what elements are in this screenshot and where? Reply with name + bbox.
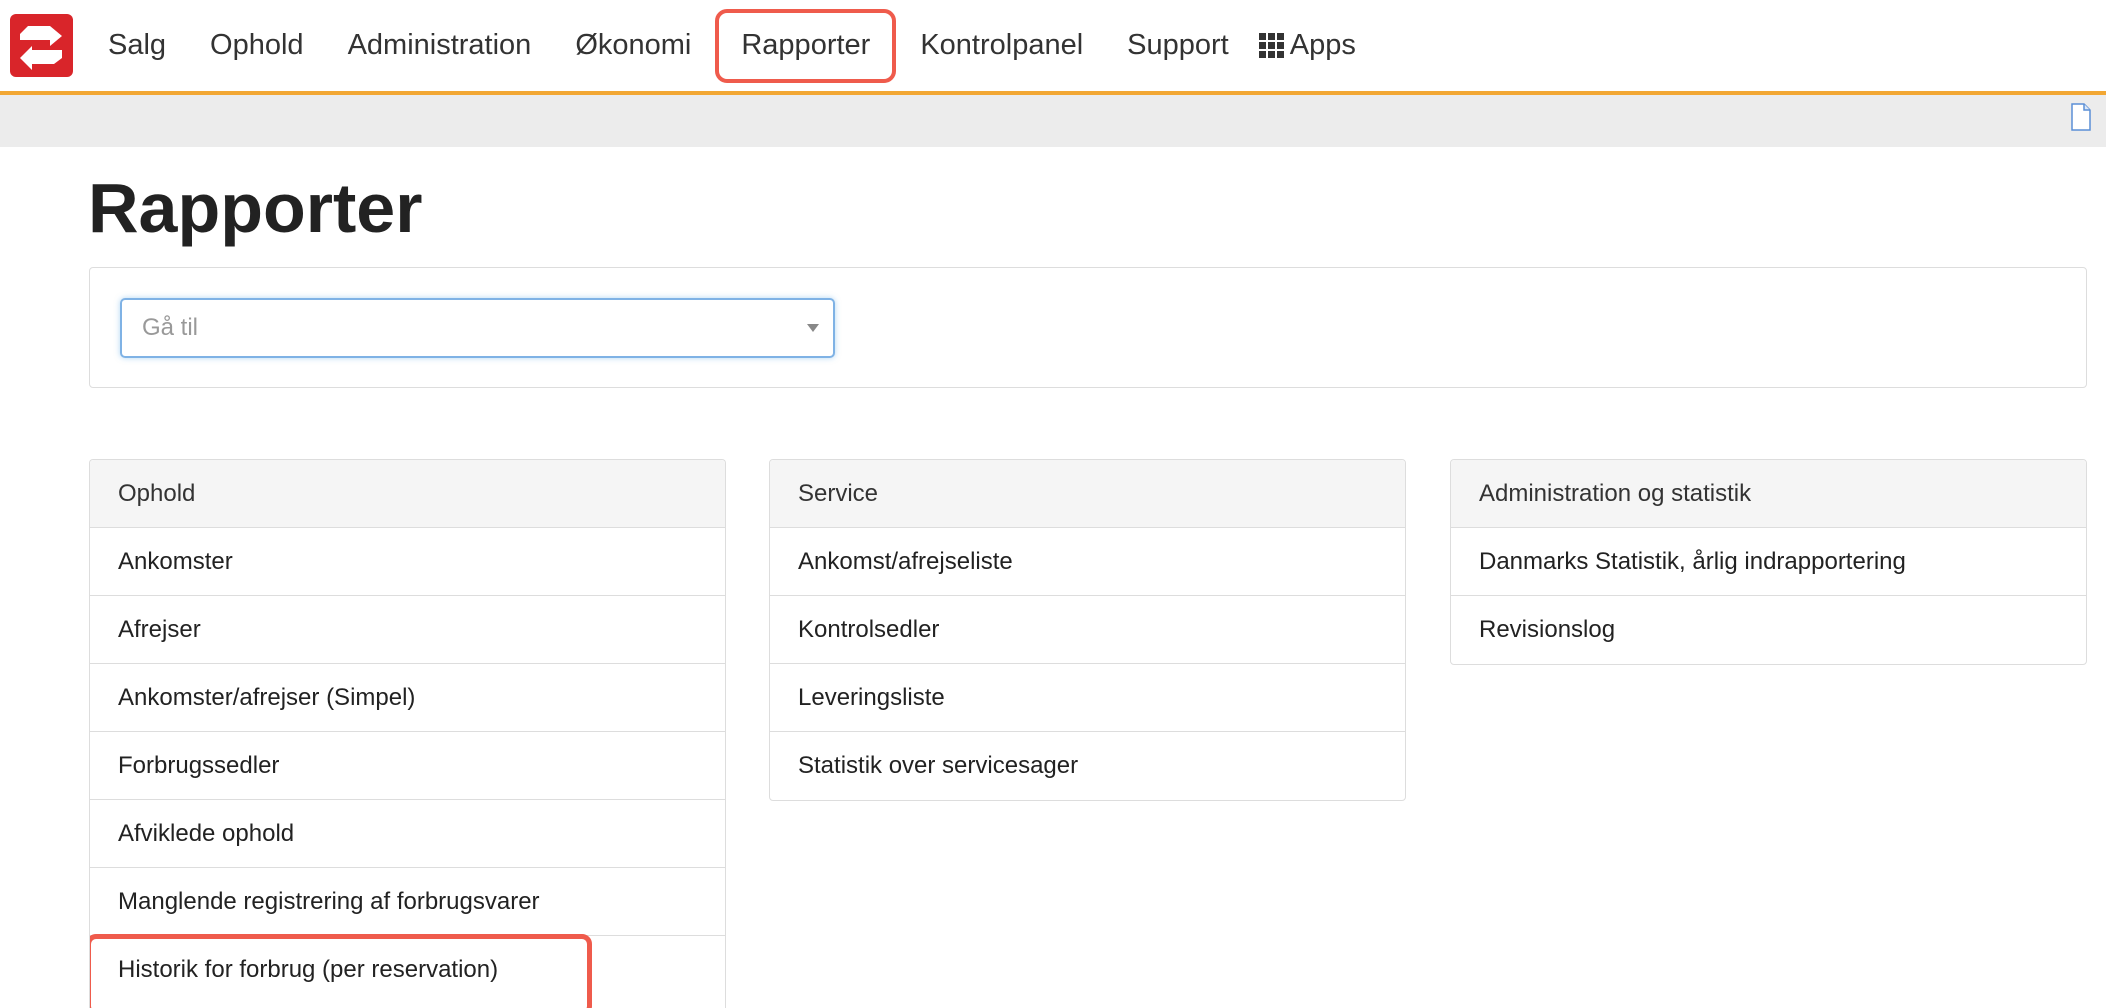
panel-heading: Administration og statistik [1451,460,2086,528]
report-link-ankomster-afrejser-simpel[interactable]: Ankomster/afrejser (Simpel) [90,664,725,732]
document-icon[interactable] [2070,103,2092,131]
report-link-statistik-servicesager[interactable]: Statistik over servicesager [770,732,1405,800]
panel-heading: Service [770,460,1405,528]
caret-down-icon [807,324,819,332]
nav-label: Administration [347,29,532,61]
nav-label: Apps [1289,29,1356,61]
report-link-afrejser[interactable]: Afrejser [90,596,725,664]
nav-item-administration[interactable]: Administration [326,9,554,83]
report-link-danmarks-statistik[interactable]: Danmarks Statistik, årlig indrapporterin… [1451,528,2086,596]
nav-item-kontrolpanel[interactable]: Kontrolpanel [898,9,1105,83]
goto-select[interactable]: Gå til [120,298,835,358]
panel-ophold: Ophold Ankomster Afrejser Ankomster/afre… [89,459,726,1008]
nav-item-salg[interactable]: Salg [86,9,188,83]
report-link-leveringsliste[interactable]: Leveringsliste [770,664,1405,732]
report-link-ankomst-afrejseliste[interactable]: Ankomst/afrejseliste [770,528,1405,596]
goto-panel: Gå til [89,267,2087,388]
report-link-ankomster[interactable]: Ankomster [90,528,725,596]
logo-arrows-icon [20,26,62,70]
sub-toolbar [0,95,2106,147]
nav-label: Rapporter [741,29,871,61]
nav-item-apps[interactable]: Apps [1251,9,1378,83]
nav-item-ophold[interactable]: Ophold [188,9,326,83]
report-link-kontrolsedler[interactable]: Kontrolsedler [770,596,1405,664]
nav-label: Økonomi [575,29,692,61]
nav-item-okonomi[interactable]: Økonomi [553,9,713,83]
main-nav: Salg Ophold Administration Økonomi Rappo… [86,0,1378,91]
nav-label: Support [1127,29,1229,61]
app-logo[interactable] [10,14,73,77]
nav-label: Salg [108,29,167,61]
nav-item-support[interactable]: Support [1105,9,1251,83]
goto-placeholder: Gå til [142,314,199,341]
panel-administration-statistik: Administration og statistik Danmarks Sta… [1450,459,2087,665]
report-link-afviklede-ophold[interactable]: Afviklede ophold [90,800,725,868]
report-link-historik-forbrug[interactable]: Historik for forbrug (per reservation) [90,934,725,1008]
panel-service: Service Ankomst/afrejseliste Kontrolsedl… [769,459,1406,801]
nav-label: Ophold [210,29,304,61]
nav-item-rapporter[interactable]: Rapporter [715,8,897,83]
report-link-revisionslog[interactable]: Revisionslog [1451,596,2086,664]
grid-icon [1258,33,1284,58]
panel-heading: Ophold [90,460,725,528]
page-title: Rapporter [88,169,423,247]
report-link-forbrugssedler[interactable]: Forbrugssedler [90,732,725,800]
nav-label: Kontrolpanel [920,29,1084,61]
report-link-manglende-registrering[interactable]: Manglende registrering af forbrugsvarer [90,868,725,936]
top-navbar: Salg Ophold Administration Økonomi Rappo… [0,0,2106,95]
